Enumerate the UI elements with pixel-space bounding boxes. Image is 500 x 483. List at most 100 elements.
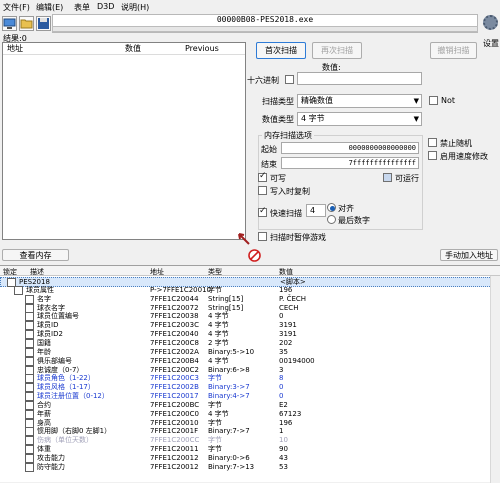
row-address: P->7FFE1C20010 — [150, 285, 211, 294]
scan-type-label: 扫描类型 — [262, 97, 294, 106]
not-checkbox[interactable] — [429, 96, 438, 105]
next-scan-button[interactable]: 再次扫描 — [312, 42, 362, 59]
table-row[interactable]: 年薪 7FFE1C200C0 4 字节 67123 — [0, 409, 490, 419]
row-active-checkbox[interactable] — [25, 445, 34, 455]
row-active-checkbox[interactable] — [25, 436, 34, 446]
table-row[interactable]: 惯用脚（右脚0 左脚1） 7FFE1C2001F Binary:7->7 1 — [0, 427, 490, 437]
header-active[interactable]: 锁定 — [3, 267, 17, 277]
writable-checkbox[interactable] — [258, 171, 267, 182]
alignment-radio[interactable] — [327, 203, 336, 212]
row-value: 10 — [279, 436, 288, 445]
table-row[interactable]: 攻击能力 7FFE1C20012 Binary:0->6 43 — [0, 454, 490, 463]
hex-checkbox[interactable] — [285, 75, 294, 84]
row-active-checkbox[interactable] — [25, 427, 34, 437]
clear-list-button[interactable] — [248, 249, 261, 262]
row-active-checkbox[interactable] — [25, 303, 34, 313]
undo-scan-button[interactable]: 撤销扫描 — [430, 42, 477, 59]
value-input[interactable] — [297, 72, 422, 85]
col-address[interactable]: 地址 — [3, 43, 121, 55]
row-address: 7FFE1C200C2 — [150, 365, 199, 374]
table-row[interactable]: 球员位置编号 7FFE1C20038 4 字节 0 — [0, 312, 490, 322]
row-description: 球员ID — [37, 321, 59, 330]
pointer-scan-button[interactable] — [238, 233, 250, 245]
row-active-checkbox[interactable] — [25, 400, 34, 410]
row-active-checkbox[interactable] — [25, 312, 34, 322]
table-row[interactable]: 防守能力 7FFE1C20012 Binary:7->13 53 — [0, 462, 490, 472]
start-address-input[interactable]: 0000000000000000 — [281, 142, 419, 154]
gear-icon[interactable] — [483, 15, 498, 30]
row-active-checkbox[interactable] — [25, 321, 34, 331]
cheat-table[interactable]: 锁定 描述 地址 类型 数值 PES2018 <脚本> 球员属性 P->7FFE1C2… — [0, 265, 500, 483]
table-row[interactable]: 名字 7FFE1C20044 String[15] P. ČECH — [0, 294, 490, 304]
pause-game-checkbox[interactable] — [258, 232, 267, 241]
row-active-checkbox[interactable] — [25, 392, 34, 402]
fast-scan-input[interactable]: 4 — [306, 204, 326, 217]
fast-scan-checkbox[interactable] — [258, 206, 267, 217]
table-row[interactable]: 伤病（单位天数） 7FFE1C200CC 字节 10 — [0, 436, 490, 446]
scan-type-select[interactable]: 精确数值 ▼ — [297, 94, 422, 108]
table-row[interactable]: 球员角色（1-22） 7FFE1C200C3 字节 8 — [0, 374, 490, 384]
value-type-select[interactable]: 4 字节 ▼ — [297, 112, 422, 126]
table-row[interactable]: 球衣名字 7FFE1C20072 String[15] CECH — [0, 303, 490, 313]
row-active-checkbox[interactable] — [25, 356, 34, 366]
copy-on-write-checkbox[interactable] — [258, 186, 267, 195]
row-active-checkbox[interactable] — [25, 374, 34, 384]
row-active-checkbox[interactable] — [25, 462, 34, 472]
row-active-checkbox[interactable] — [25, 365, 34, 375]
row-active-checkbox[interactable] — [25, 418, 34, 428]
menu-table[interactable]: 表单 — [74, 2, 90, 13]
row-description: 球员属性 — [26, 285, 54, 294]
process-title: 00000B08-PES2018.exe — [216, 15, 314, 24]
last-digits-label: 最后数字 — [338, 216, 370, 225]
disable-random-checkbox[interactable] — [428, 138, 437, 147]
header-address[interactable]: 地址 — [150, 267, 164, 277]
table-row[interactable]: 球员属性 P->7FFE1C20010 字节 196 — [0, 285, 490, 295]
row-value: 0 — [279, 312, 284, 321]
col-value[interactable]: 数值 — [121, 43, 181, 55]
last-digits-radio[interactable] — [327, 215, 336, 224]
row-active-checkbox[interactable] — [25, 383, 34, 393]
row-active-checkbox[interactable] — [25, 347, 34, 357]
row-active-checkbox[interactable] — [25, 454, 34, 463]
table-row[interactable]: 球员注册位置（0-12） 7FFE1C20017 Binary:4->7 0 — [0, 392, 490, 402]
header-type[interactable]: 类型 — [208, 267, 222, 277]
first-scan-button[interactable]: 首次扫描 — [256, 42, 306, 59]
row-active-checkbox[interactable] — [25, 409, 34, 419]
memory-view-button[interactable]: 查看内存 — [2, 249, 69, 261]
row-active-checkbox[interactable] — [25, 330, 34, 340]
menu-d3d[interactable]: D3D — [97, 2, 114, 11]
table-row[interactable]: 身高 7FFE1C20010 字节 196 — [0, 418, 490, 428]
header-value[interactable]: 数值 — [279, 267, 293, 277]
add-address-manually-button[interactable]: 手动加入地址 — [440, 249, 498, 261]
settings-label[interactable]: 设置 — [483, 38, 499, 49]
table-row[interactable]: 忠诚度（0-7） 7FFE1C200C2 Binary:6->8 3 — [0, 365, 490, 375]
table-row[interactable]: 俱乐部编号 7FFE1C200B4 4 字节 00194000 — [0, 356, 490, 366]
header-description[interactable]: 描述 — [30, 267, 44, 277]
row-type: Binary:7->7 — [208, 427, 250, 436]
row-address: 7FFE1C200B4 — [150, 356, 199, 365]
row-active-checkbox[interactable] — [25, 294, 34, 304]
col-previous[interactable]: Previous — [181, 43, 245, 55]
executable-checkbox[interactable] — [383, 173, 392, 182]
start-label: 起始 — [261, 145, 277, 154]
open-file-button[interactable] — [19, 16, 34, 31]
table-row[interactable]: 球员ID2 7FFE1C20040 4 字节 3191 — [0, 330, 490, 340]
stop-address-input[interactable]: 7fffffffffffffff — [281, 157, 419, 169]
table-row[interactable]: 球员风格（1-17） 7FFE1C2002B Binary:3->7 0 — [0, 383, 490, 393]
row-active-checkbox[interactable] — [25, 338, 34, 348]
vertical-scrollbar[interactable] — [490, 276, 500, 483]
speedhack-checkbox[interactable] — [428, 151, 437, 160]
table-row[interactable]: 合约 7FFE1C200BC 字节 E2 — [0, 400, 490, 410]
menu-edit[interactable]: 编辑(E) — [36, 2, 63, 13]
table-row[interactable]: 球员ID 7FFE1C2003C 4 字节 3191 — [0, 321, 490, 331]
menu-file[interactable]: 文件(F) — [3, 2, 30, 13]
row-active-checkbox[interactable] — [14, 285, 23, 295]
open-process-button[interactable] — [2, 16, 17, 31]
row-description: 年薪 — [37, 409, 51, 418]
menu-help[interactable]: 说明(H) — [121, 2, 149, 13]
table-row[interactable]: 年龄 7FFE1C2002A Binary:5->10 35 — [0, 347, 490, 357]
table-row[interactable]: 国籍 7FFE1C200C8 2 字节 202 — [0, 338, 490, 348]
save-button[interactable] — [36, 16, 51, 31]
table-row[interactable]: 体重 7FFE1C20011 字节 90 — [0, 445, 490, 455]
found-address-list[interactable]: 地址 数值 Previous — [2, 42, 246, 240]
